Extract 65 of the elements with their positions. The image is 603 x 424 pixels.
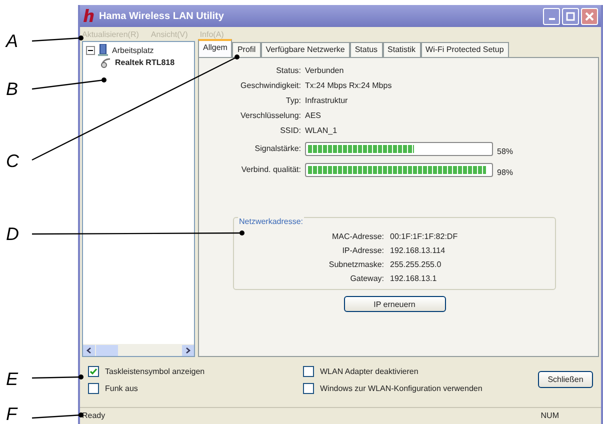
callout-label: D xyxy=(6,225,19,243)
callout-label: A xyxy=(6,32,18,50)
group-title: Netzwerkadresse: xyxy=(238,217,304,226)
field-label: Verschlüsselung: xyxy=(240,111,301,120)
field-label: Subnetzmaske: xyxy=(328,260,384,269)
scroll-left-icon[interactable] xyxy=(83,344,95,356)
leader-line xyxy=(32,412,84,419)
checkbox[interactable] xyxy=(88,382,99,394)
leader-line xyxy=(32,36,84,42)
callout-label: F xyxy=(6,405,17,423)
field-label: SSID: xyxy=(279,126,301,135)
callout-label: C xyxy=(6,152,19,170)
computer-icon xyxy=(98,44,109,56)
field-value: 00:1F:1F:1F:82:DF xyxy=(390,232,459,241)
tab[interactable]: Statistik xyxy=(382,42,421,57)
field-value: 192.168.13.114 xyxy=(390,246,446,255)
tab[interactable]: Verfügbare Netzwerke xyxy=(260,42,350,57)
tab[interactable]: Profil xyxy=(232,42,261,57)
status-text: Ready xyxy=(82,410,106,420)
checkbox-label: WLAN Adapter deaktivieren xyxy=(320,366,418,376)
meter-reading: 98% xyxy=(497,168,514,177)
checkbox[interactable] xyxy=(303,382,314,394)
field-value: Verbunden xyxy=(305,66,345,75)
field-value: Infrastruktur xyxy=(305,96,349,105)
checkbox[interactable] xyxy=(88,366,99,376)
callout-label: E xyxy=(6,370,18,388)
close-button[interactable] xyxy=(581,8,598,24)
field-value: AES xyxy=(305,111,322,120)
expand-toggle[interactable] xyxy=(86,46,95,54)
tab[interactable]: Status xyxy=(350,42,383,57)
tab[interactable]: Allgem xyxy=(198,39,232,57)
field-value: Tx:24 Mbps Rx:24 Mbps xyxy=(305,81,393,90)
checkbox-label: Funk aus xyxy=(105,384,138,392)
minimize-button[interactable] xyxy=(543,8,560,24)
tab[interactable]: Wi-Fi Protected Setup xyxy=(420,42,509,57)
callout-label: B xyxy=(6,80,18,98)
renew-ip-button[interactable]: IP erneuern xyxy=(344,296,446,312)
checkbox-label: Windows zur WLAN-Konfiguration verwenden xyxy=(320,384,482,392)
tree-item[interactable]: Realtek RTL818 xyxy=(115,58,175,66)
checkbox-label: Taskleistensymbol anzeigen xyxy=(105,366,205,376)
field-value: 255.255.255.0 xyxy=(390,260,442,269)
field-label: MAC-Adresse: xyxy=(330,232,384,241)
field-label: Geschwindigkeit: xyxy=(240,81,301,90)
field-label: Status: xyxy=(275,66,301,75)
close-dialog-button[interactable]: Schließen xyxy=(538,371,593,388)
meter-reading: 58% xyxy=(497,147,514,156)
tree-item[interactable]: Arbeitsplatz xyxy=(112,46,154,54)
maximize-icon xyxy=(566,12,575,20)
network-adapter-icon xyxy=(100,56,112,68)
meter-label: Verbind. qualität: xyxy=(240,165,301,174)
leader-line xyxy=(32,374,84,380)
field-label: IP-Adresse: xyxy=(341,246,384,255)
window-title: Hama Wireless LAN Utility xyxy=(99,10,224,22)
field-label: Typ: xyxy=(284,96,301,105)
field-label: Gateway: xyxy=(349,274,384,283)
num-lock-indicator: NUM xyxy=(540,410,559,420)
meter-label: Signalstärke: xyxy=(254,144,301,153)
scroll-right-icon[interactable] xyxy=(182,344,194,356)
close-icon xyxy=(585,12,594,20)
field-value: 192.168.13.1 xyxy=(390,274,438,283)
app-logo-icon xyxy=(83,8,95,24)
field-value: WLAN_1 xyxy=(305,126,338,135)
maximize-button[interactable] xyxy=(562,8,579,24)
checkbox[interactable] xyxy=(303,366,314,376)
horizontal-scrollbar[interactable] xyxy=(83,344,194,356)
